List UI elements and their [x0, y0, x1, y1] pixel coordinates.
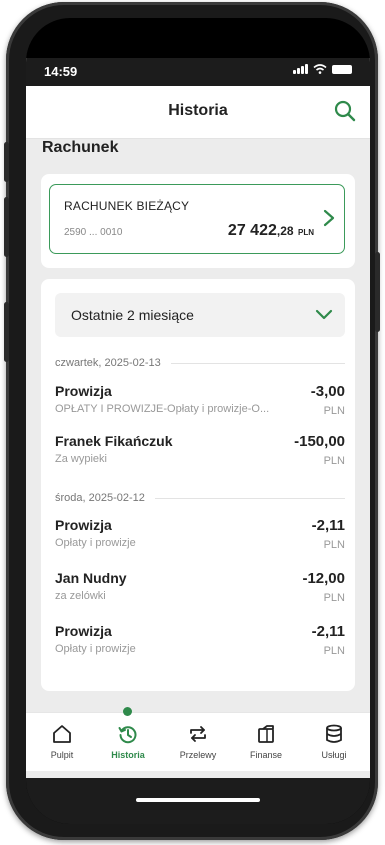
transaction-currency: PLN [323, 455, 345, 467]
signal-icon [293, 64, 308, 74]
page-title: Historia [168, 102, 228, 119]
account-number: 2590 ... 0010 [64, 227, 123, 238]
balance-currency: PLN [298, 228, 314, 237]
transaction-row[interactable]: Prowizja Opłaty i prowizje -2,11 PLN [55, 623, 345, 667]
transaction-amount: -150,00 [294, 433, 345, 450]
date-label: środa, 2025-02-12 [55, 492, 145, 504]
nav-label: Finanse [249, 750, 283, 760]
chevron-down-icon [315, 309, 333, 320]
nav-item-uslugi[interactable]: Usługi [300, 723, 368, 760]
nav-item-przelewy[interactable]: Przelewy [164, 723, 232, 760]
transaction-amount: -2,11 [311, 517, 345, 534]
balance-decimals: ,28 [276, 224, 294, 238]
finance-icon [258, 725, 274, 743]
nav-label: Usługi [321, 750, 347, 760]
account-panel: RACHUNEK BIEŻĄCY 2590 ... 0010 27 422,28… [41, 174, 355, 268]
account-balance: 27 422,28 PLN [228, 222, 314, 240]
transaction-desc: OPŁATY I PROWIZJE-Opłaty i prowizje-O... [55, 403, 270, 415]
divider [154, 497, 345, 499]
transaction-name: Prowizja [55, 623, 112, 639]
transaction-name: Prowizja [55, 517, 112, 533]
active-indicator [123, 707, 132, 716]
account-card[interactable]: RACHUNEK BIEŻĄCY 2590 ... 0010 27 422,28… [49, 184, 345, 254]
divider [170, 362, 345, 364]
transaction-row[interactable]: Prowizja OPŁATY I PROWIZJE-Opłaty i prow… [55, 383, 345, 427]
phone-frame: 14:59 Historia Rachunek RACHUNEK BIEŻĄCY… [4, 2, 380, 840]
date-header: czwartek, 2025-02-13 [55, 357, 345, 369]
transaction-amount: -2,11 [311, 623, 345, 640]
services-icon [326, 724, 342, 743]
status-icons [293, 64, 352, 74]
transaction-currency: PLN [323, 405, 345, 417]
transaction-row[interactable]: Jan Nudny za zelówki -12,00 PLN [55, 570, 345, 614]
wifi-icon [313, 64, 327, 74]
section-label: Rachunek [42, 139, 119, 156]
transfer-icon [190, 726, 206, 742]
nav-label: Pulpit [50, 750, 74, 760]
side-button [4, 197, 9, 257]
account-name: RACHUNEK BIEŻĄCY [64, 199, 190, 213]
period-select[interactable]: Ostatnie 2 miesiące [55, 293, 345, 337]
transaction-name: Jan Nudny [55, 570, 127, 586]
bottom-nav: Pulpit Historia Przelewy Finanse Usługi [26, 707, 370, 771]
chevron-right-icon [323, 209, 335, 227]
home-icon [53, 725, 71, 743]
transaction-desc: Za wypieki [55, 453, 107, 465]
transaction-desc: Opłaty i prowizje [55, 537, 136, 549]
app-header: Historia [26, 86, 370, 139]
transaction-name: Prowizja [55, 383, 112, 399]
side-button [375, 252, 380, 332]
history-panel: Ostatnie 2 miesiące czwartek, 2025-02-13… [41, 279, 355, 691]
home-indicator-area [26, 778, 370, 824]
transaction-currency: PLN [323, 645, 345, 657]
transaction-amount: -12,00 [302, 570, 345, 587]
battery-icon [332, 64, 352, 74]
transaction-currency: PLN [323, 592, 345, 604]
nav-label: Przelewy [179, 750, 217, 760]
transaction-amount: -3,00 [310, 383, 345, 400]
screen: 14:59 Historia Rachunek RACHUNEK BIEŻĄCY… [26, 18, 370, 824]
search-icon[interactable] [332, 98, 358, 124]
nav-item-pulpit[interactable]: Pulpit [28, 723, 96, 760]
transaction-row[interactable]: Prowizja Opłaty i prowizje -2,11 PLN [55, 517, 345, 561]
side-button [4, 302, 9, 362]
date-label: czwartek, 2025-02-13 [55, 357, 161, 369]
nav-label: Historia [111, 750, 145, 760]
transaction-currency: PLN [323, 539, 345, 551]
transaction-row[interactable]: Franek Fikańczuk Za wypieki -150,00 PLN [55, 433, 345, 477]
date-header: środa, 2025-02-12 [55, 492, 345, 504]
transaction-name: Franek Fikańczuk [55, 433, 173, 449]
period-label: Ostatnie 2 miesiące [71, 307, 194, 323]
transaction-desc: za zelówki [55, 590, 106, 602]
side-button [4, 142, 9, 182]
nav-item-historia[interactable]: Historia [94, 723, 162, 760]
nav-item-finanse[interactable]: Finanse [232, 723, 300, 760]
status-bar: 14:59 [26, 58, 370, 86]
history-icon [118, 726, 137, 744]
transaction-desc: Opłaty i prowizje [55, 643, 136, 655]
home-indicator[interactable] [136, 798, 260, 802]
app-content: Historia Rachunek RACHUNEK BIEŻĄCY 2590 … [26, 58, 370, 778]
status-time: 14:59 [44, 64, 78, 79]
balance-main: 27 422 [227, 222, 277, 239]
